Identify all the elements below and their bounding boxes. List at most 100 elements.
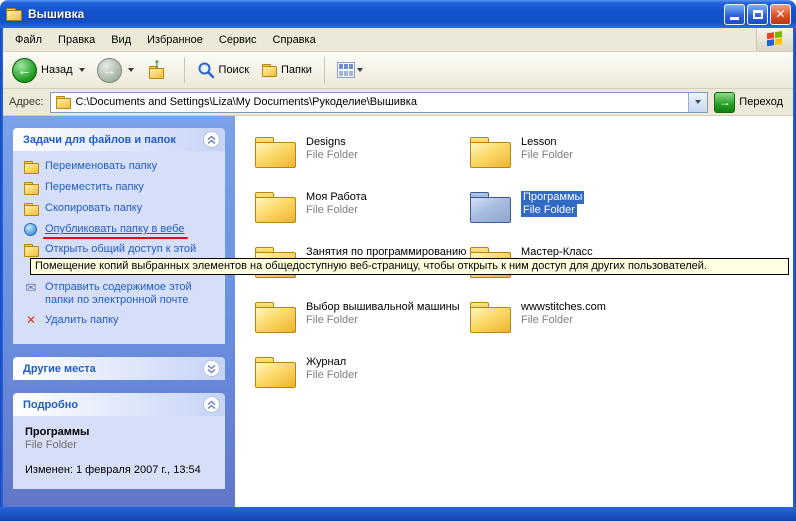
- chevron-up-icon[interactable]: [203, 131, 220, 148]
- file-type: File Folder: [306, 369, 358, 382]
- task-publish-folder-web[interactable]: Опубликовать папку в вебе: [23, 223, 219, 236]
- search-icon: [197, 61, 215, 79]
- file-name: wwwstitches.com: [521, 301, 606, 314]
- task-label: Переместить папку: [45, 181, 144, 194]
- maximize-button[interactable]: [747, 4, 768, 25]
- task-delete-folder[interactable]: ✕ Удалить папку: [23, 314, 219, 327]
- task-email-folder[interactable]: ✉ Отправить содержимое этой папки по эле…: [23, 281, 219, 307]
- file-type: File Folder: [521, 314, 573, 327]
- up-button[interactable]: ↑: [141, 55, 177, 85]
- file-tasks-title: Задачи для файлов и папок: [23, 134, 176, 146]
- menu-help[interactable]: Справка: [265, 30, 324, 50]
- forward-button[interactable]: →: [92, 55, 139, 86]
- windows-logo: [756, 28, 793, 51]
- task-move-folder[interactable]: Переместить папку: [23, 181, 219, 195]
- task-label: Переименовать папку: [45, 160, 157, 173]
- file-name: Выбор вышивальной машины: [306, 301, 460, 314]
- task-copy-folder[interactable]: Скопировать папку: [23, 202, 219, 216]
- details-body: Программы File Folder Изменен: 1 февраля…: [13, 416, 225, 489]
- menu-favorites[interactable]: Избранное: [139, 30, 211, 50]
- toolbar-separator: [184, 57, 185, 83]
- file-name: Моя Работа: [306, 191, 367, 204]
- window-border-bottom: [0, 507, 796, 521]
- folder-icon: [253, 134, 297, 169]
- go-label: Переход: [739, 96, 783, 108]
- folder-icon: [253, 354, 297, 389]
- details-type: File Folder: [25, 439, 217, 451]
- back-label: Назад: [41, 64, 73, 76]
- file-item-zhurnal[interactable]: ЖурналFile Folder: [253, 352, 468, 407]
- address-input[interactable]: C:\Documents and Settings\Liza\My Docume…: [50, 92, 709, 113]
- chevron-up-icon[interactable]: [203, 396, 220, 413]
- file-item-wwwstitches[interactable]: wwwstitches.comFile Folder: [468, 297, 683, 352]
- up-folder-icon: ↑: [146, 58, 172, 82]
- task-label: Скопировать папку: [45, 202, 142, 215]
- file-type: File Folder: [306, 314, 358, 327]
- email-icon: ✉: [23, 281, 39, 294]
- views-icon: [337, 62, 355, 78]
- share-folder-icon: [23, 243, 39, 257]
- file-name: Designs: [306, 136, 346, 149]
- folders-icon: [261, 63, 277, 77]
- file-name: Lesson: [521, 136, 556, 149]
- file-item-moya-rabota[interactable]: Моя РаботаFile Folder: [253, 187, 468, 242]
- back-button[interactable]: ← Назад: [7, 55, 90, 86]
- folder-icon: [468, 299, 512, 334]
- task-label: Отправить содержимое этой папки по элект…: [45, 281, 219, 307]
- file-type: File Folder: [306, 149, 358, 162]
- file-item-programmy-selected[interactable]: ПрограммыFile Folder: [468, 187, 683, 242]
- file-type: File Folder: [521, 204, 577, 217]
- move-folder-icon: [23, 181, 39, 195]
- address-bar: Адрес: C:\Documents and Settings\Liza\My…: [3, 89, 793, 116]
- back-icon: ←: [12, 58, 37, 83]
- file-item-lesson[interactable]: LessonFile Folder: [468, 132, 683, 187]
- close-button[interactable]: ✕: [770, 4, 791, 25]
- window-folder-icon: [5, 7, 22, 21]
- chevron-down-icon[interactable]: [203, 360, 220, 377]
- file-item-designs[interactable]: DesignsFile Folder: [253, 132, 468, 187]
- file-tasks-header[interactable]: Задачи для файлов и папок: [13, 128, 225, 151]
- file-type: File Folder: [521, 149, 573, 162]
- search-button[interactable]: Поиск: [192, 58, 254, 82]
- file-name: Журнал: [306, 356, 346, 369]
- menu-tools[interactable]: Сервис: [211, 30, 265, 50]
- windows-flag-icon: [767, 31, 784, 48]
- folder-icon: [468, 134, 512, 169]
- folder-icon: [253, 299, 297, 334]
- folder-icon: [253, 189, 297, 224]
- menu-bar: Файл Правка Вид Избранное Сервис Справка: [3, 28, 793, 52]
- menu-file[interactable]: Файл: [7, 30, 50, 50]
- globe-icon: [24, 223, 37, 236]
- task-pane: Задачи для файлов и папок Переименовать …: [3, 116, 235, 507]
- forward-dropdown-icon: [128, 68, 134, 72]
- copy-folder-icon: [23, 202, 39, 216]
- back-dropdown-icon: [79, 68, 85, 72]
- address-dropdown-button[interactable]: [688, 93, 707, 112]
- search-label: Поиск: [219, 64, 249, 76]
- task-label: Удалить папку: [45, 314, 119, 327]
- go-button[interactable]: → Переход: [714, 92, 787, 113]
- address-folder-icon: [55, 95, 71, 109]
- views-dropdown-icon: [357, 68, 363, 72]
- file-list-area[interactable]: DesignsFile Folder LessonFile Folder Моя…: [235, 116, 793, 507]
- tooltip: Помещение копий выбранных элементов на о…: [30, 258, 789, 275]
- file-item-vybor-mashiny[interactable]: Выбор вышивальной машиныFile Folder: [253, 297, 468, 352]
- task-label: Опубликовать папку в вебе: [45, 223, 184, 236]
- folder-icon-selected: [468, 189, 512, 224]
- task-share-folder[interactable]: Открыть общий доступ к этой: [23, 243, 219, 257]
- window-title: Вышивка: [28, 7, 722, 21]
- details-header[interactable]: Подробно: [13, 393, 225, 416]
- menu-view[interactable]: Вид: [103, 30, 139, 50]
- other-places-header[interactable]: Другие места: [13, 357, 225, 380]
- task-rename-folder[interactable]: Переименовать папку: [23, 160, 219, 174]
- minimize-button[interactable]: [724, 4, 745, 25]
- folders-button[interactable]: Папки: [256, 60, 317, 80]
- panel-other-places: Другие места: [13, 357, 225, 380]
- other-places-title: Другие места: [23, 363, 96, 375]
- panel-details: Подробно Программы File Folder Изменен: …: [13, 393, 225, 489]
- views-button[interactable]: [332, 59, 368, 81]
- file-tasks-body: Переименовать папку Переместить папку Ск…: [13, 151, 225, 344]
- panel-file-tasks: Задачи для файлов и папок Переименовать …: [13, 128, 225, 344]
- menu-edit[interactable]: Правка: [50, 30, 103, 50]
- task-label: Открыть общий доступ к этой: [45, 243, 196, 256]
